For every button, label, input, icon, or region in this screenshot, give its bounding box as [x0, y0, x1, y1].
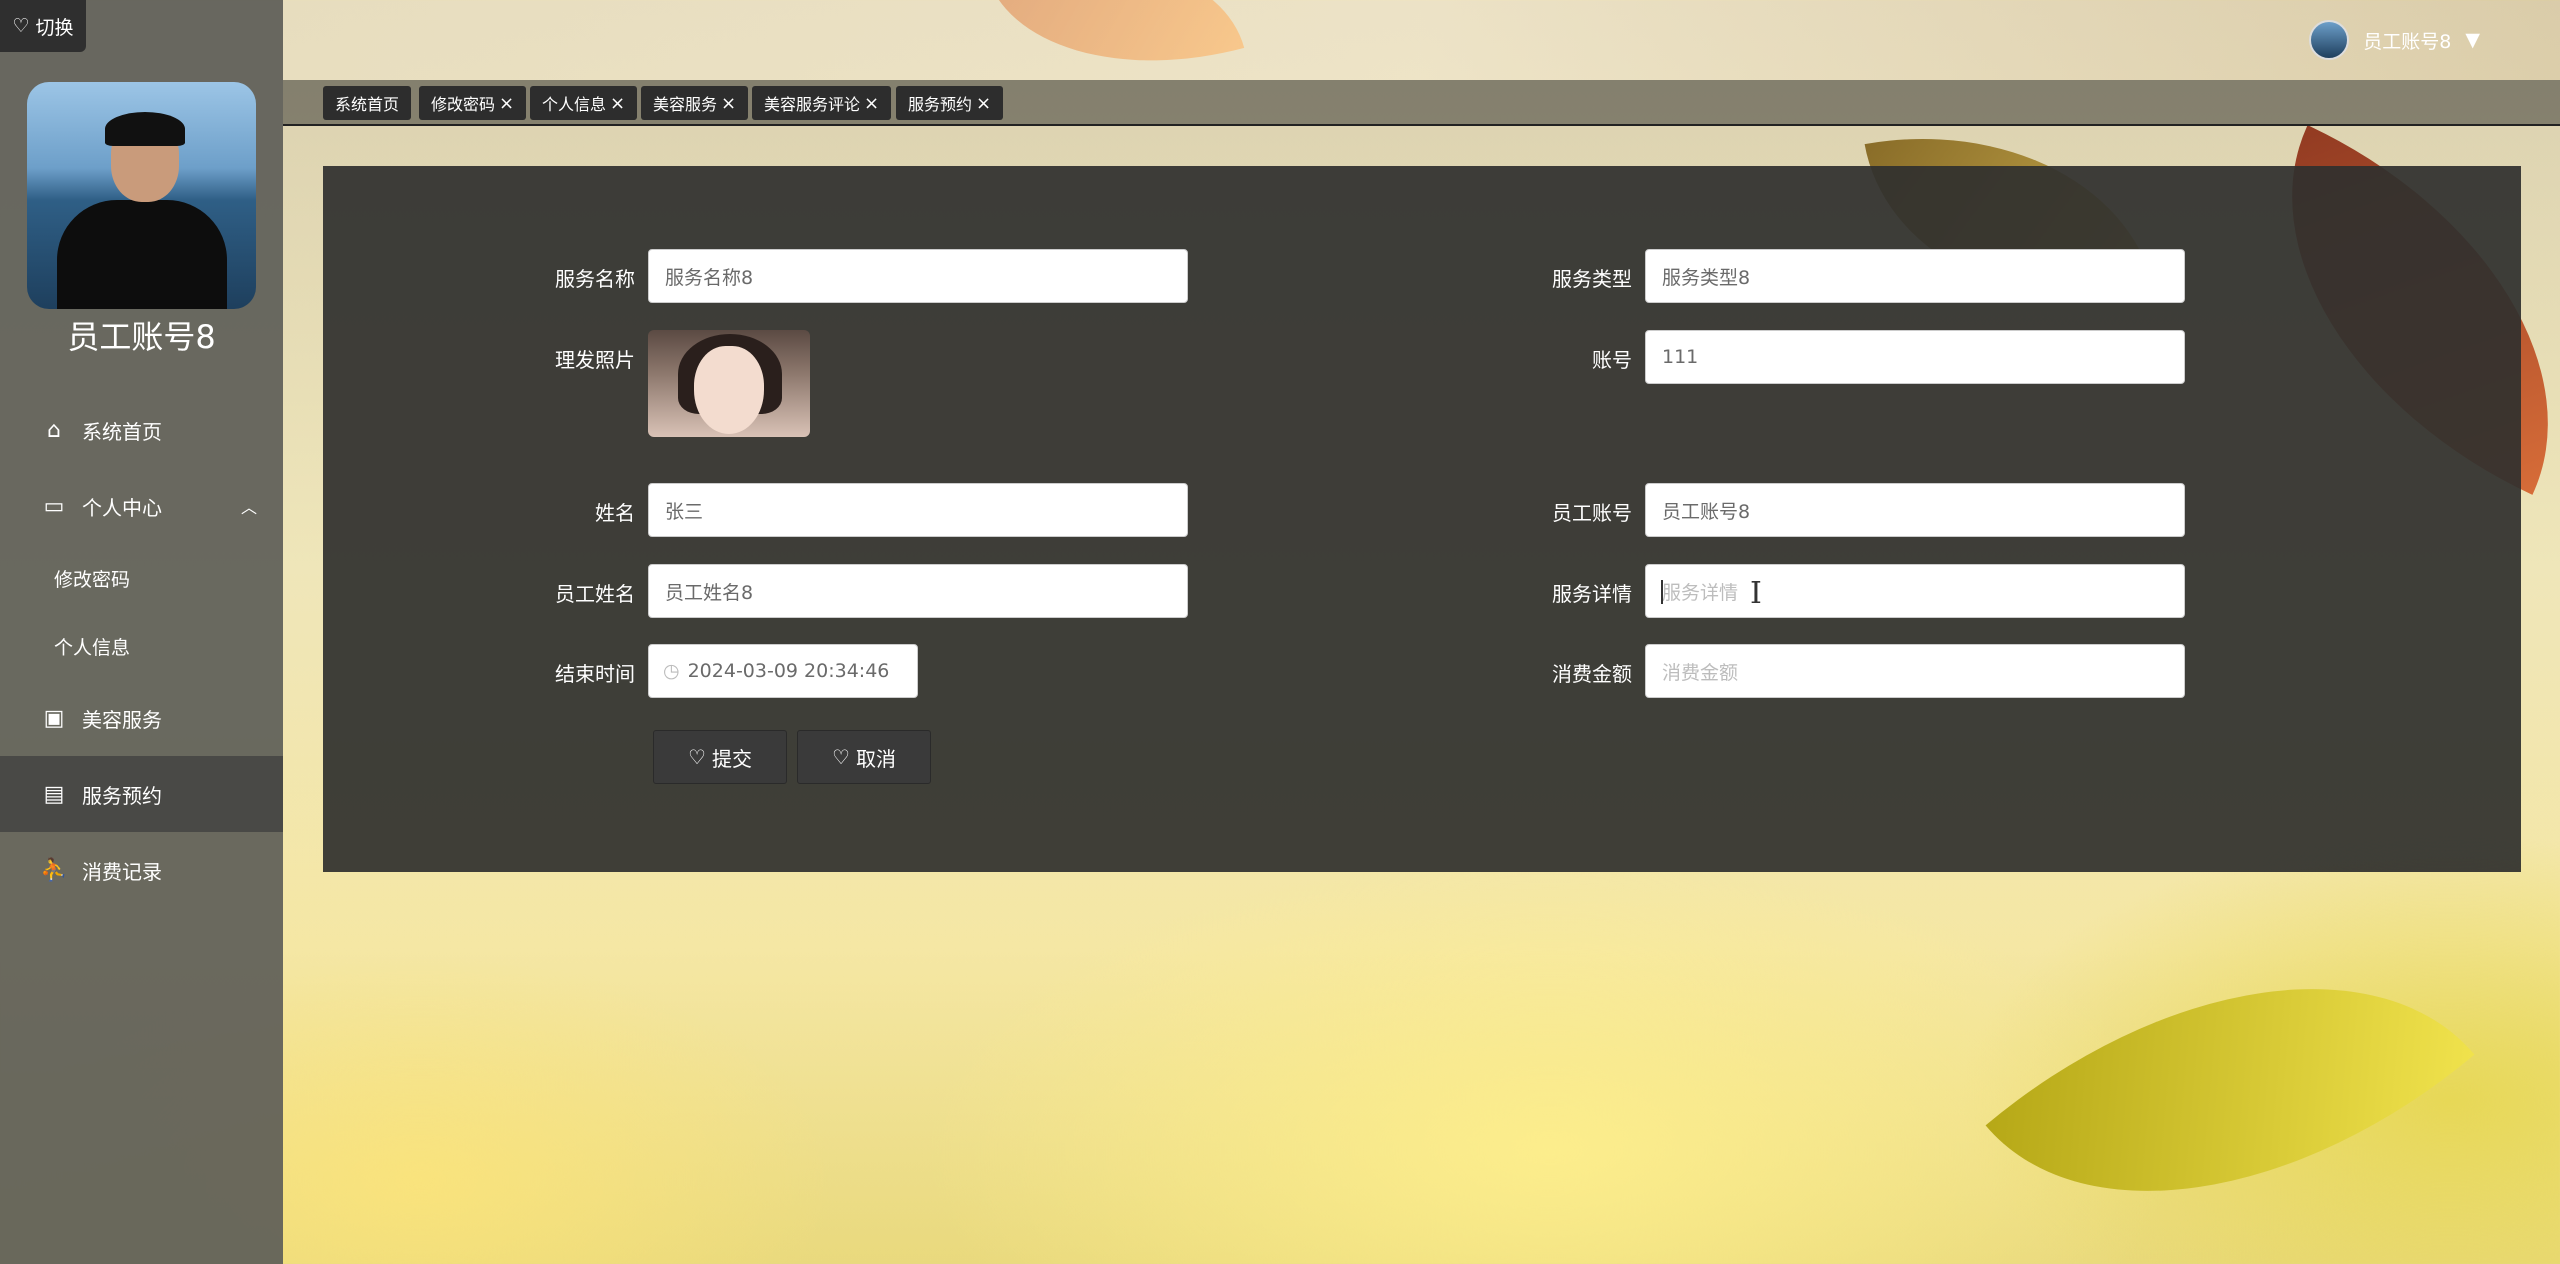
close-icon[interactable]: × — [721, 93, 736, 114]
clipboard-icon: ▣ — [43, 705, 65, 731]
header-username: 员工账号8 — [2363, 30, 2452, 53]
sidebar-item-label: 美容服务 — [82, 707, 162, 732]
staff-name-label: 员工姓名 — [555, 582, 635, 606]
sidebar-menu: ⌂ 系统首页 ▭ 个人中心 ︿ 修改密码 个人信息 ▣ 美容服务 ▤ 服务预约 … — [0, 392, 283, 908]
user-menu[interactable]: 员工账号8 ▼ — [2309, 20, 2480, 60]
tab-service-review[interactable]: 美容服务评论 × — [752, 86, 892, 120]
avatar — [2309, 20, 2350, 60]
user-icon: ⛹ — [40, 857, 68, 883]
staff-account-field[interactable]: 员工账号8 — [1645, 483, 2185, 537]
sidebar-item-service-booking[interactable]: ▤ 服务预约 — [0, 756, 283, 832]
account-label: 账号 — [1592, 348, 1632, 372]
end-time-picker[interactable]: ◷ 2024-03-09 20:34:46 — [648, 644, 918, 698]
tab-home[interactable]: 系统首页 — [323, 86, 412, 120]
tab-label: 修改密码 — [431, 95, 496, 114]
tab-label: 服务预约 — [908, 95, 973, 114]
sidebar-item-label: 消费记录 — [82, 859, 162, 884]
service-name-label: 服务名称 — [555, 267, 635, 291]
text-caret — [1661, 580, 1663, 604]
home-icon: ⌂ — [47, 417, 61, 443]
service-name-field[interactable]: 服务名称8 — [648, 249, 1188, 303]
staff-name-field[interactable]: 员工姓名8 — [648, 564, 1188, 618]
sidebar-item-label: 系统首页 — [82, 419, 162, 444]
sidebar-item-label: 个人信息 — [54, 636, 131, 659]
sidebar-item-personal-center[interactable]: ▭ 个人中心 ︿ — [0, 468, 283, 544]
account-field[interactable]: 111 — [1645, 330, 2185, 384]
clock-icon: ◷ — [663, 660, 680, 682]
tab-label: 美容服务 — [653, 95, 718, 114]
cancel-label: 取消 — [855, 746, 896, 771]
tab-beauty-service[interactable]: 美容服务 × — [641, 86, 749, 120]
end-time-value: 2024-03-09 20:34:46 — [687, 660, 890, 682]
sidebar-item-beauty-service[interactable]: ▣ 美容服务 — [0, 680, 283, 756]
heart-icon: ♡ — [12, 15, 30, 37]
sidebar-item-consumption-record[interactable]: ⛹ 消费记录 — [0, 832, 283, 908]
sidebar: ♡ 切换 员工账号8 ⌂ 系统首页 ▭ 个人中心 ︿ 修改密码 个人信息 ▣ 美… — [0, 0, 283, 1264]
service-type-label: 服务类型 — [1552, 267, 1632, 291]
card-icon: ▭ — [43, 493, 65, 519]
tab-label: 美容服务评论 — [764, 95, 861, 114]
end-time-label: 结束时间 — [555, 662, 635, 686]
tab-label: 个人信息 — [542, 95, 607, 114]
service-detail-label: 服务详情 — [1552, 582, 1632, 606]
avatar — [27, 82, 256, 309]
tab-service-booking[interactable]: 服务预约 × — [896, 86, 1004, 120]
close-icon[interactable]: × — [864, 93, 879, 114]
service-type-field[interactable]: 服务类型8 — [1645, 249, 2185, 303]
sidebar-item-label: 服务预约 — [82, 783, 162, 808]
name-field[interactable]: 张三 — [648, 483, 1188, 537]
tab-change-password[interactable]: 修改密码 × — [419, 86, 527, 120]
close-icon[interactable]: × — [499, 93, 514, 114]
sidebar-username: 员工账号8 — [67, 318, 216, 356]
close-icon[interactable]: × — [610, 93, 625, 114]
chevron-up-icon: ︿ — [240, 498, 257, 517]
staff-account-label: 员工账号 — [1552, 501, 1632, 525]
sidebar-item-label: 个人中心 — [82, 495, 162, 520]
submit-label: 提交 — [711, 746, 752, 771]
sidebar-item-home[interactable]: ⌂ 系统首页 — [0, 392, 283, 468]
heart-icon: ♡ — [688, 745, 706, 769]
sidebar-item-change-password[interactable]: 修改密码 — [0, 544, 283, 612]
amount-label: 消费金额 — [1552, 662, 1632, 686]
sidebar-item-label: 修改密码 — [54, 568, 131, 591]
close-icon[interactable]: × — [976, 93, 991, 114]
tab-personal-info[interactable]: 个人信息 × — [530, 86, 638, 120]
switch-label: 切换 — [35, 16, 74, 39]
chat-icon: ▤ — [43, 781, 65, 807]
top-header: 员工账号8 ▼ — [283, 0, 2560, 80]
sidebar-item-personal-info[interactable]: 个人信息 — [0, 612, 283, 680]
service-detail-input[interactable]: 服务详情 — [1645, 564, 2185, 618]
chevron-down-icon: ▼ — [2465, 29, 2480, 51]
text-cursor-icon: I — [1750, 576, 1762, 611]
submit-button[interactable]: ♡ 提交 — [653, 730, 787, 784]
background-leaf — [1985, 855, 2475, 1264]
cancel-button[interactable]: ♡ 取消 — [797, 730, 931, 784]
photo-label: 理发照片 — [555, 348, 635, 372]
haircut-photo[interactable] — [648, 330, 810, 437]
heart-icon: ♡ — [832, 745, 850, 769]
tab-label: 系统首页 — [335, 95, 400, 114]
switch-button[interactable]: ♡ 切换 — [0, 0, 86, 52]
name-label: 姓名 — [595, 501, 635, 525]
amount-input[interactable]: 消费金额 — [1645, 644, 2185, 698]
